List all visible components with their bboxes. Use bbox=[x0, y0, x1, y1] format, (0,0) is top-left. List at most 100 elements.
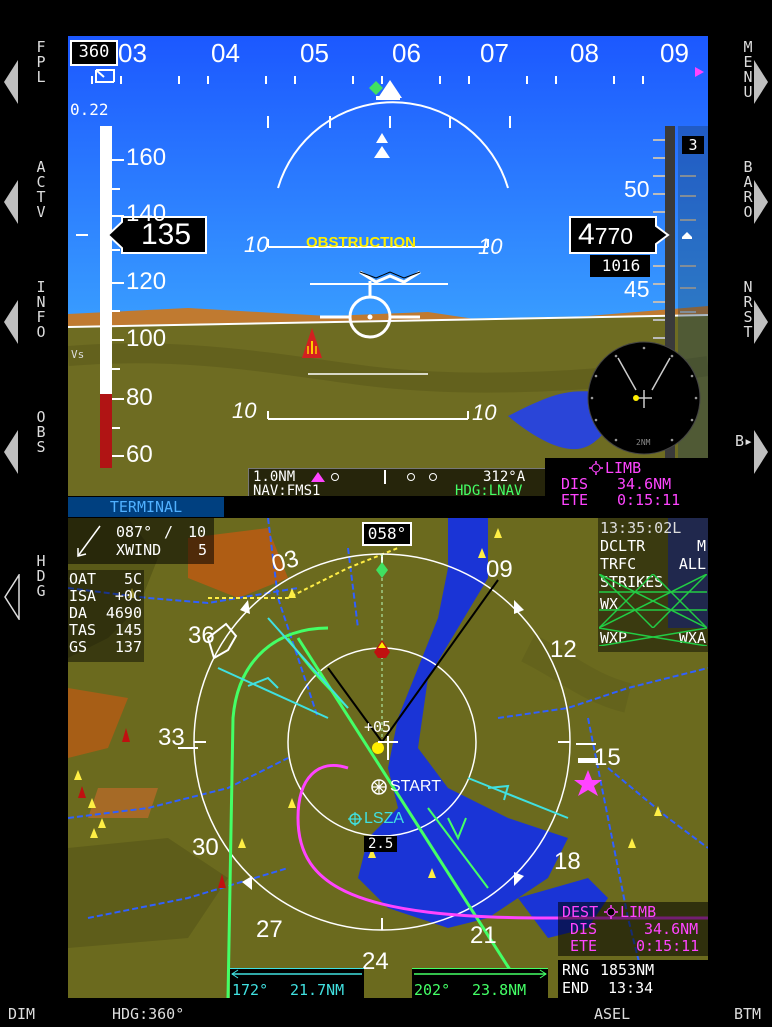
softkey-bug[interactable]: B▸ bbox=[714, 408, 772, 498]
vsi-top-label: 3 bbox=[682, 136, 704, 154]
softkey-arrow-icon bbox=[754, 60, 768, 104]
softkey-asel[interactable]: ASEL bbox=[594, 1005, 630, 1023]
dest-waypoint-icon bbox=[604, 905, 618, 919]
softkey-dim[interactable]: DIM bbox=[8, 1005, 35, 1023]
tab-terminal[interactable]: TERMINAL bbox=[68, 497, 224, 517]
softkey-arrow-icon bbox=[754, 300, 768, 344]
air-data-value: 137 bbox=[114, 638, 142, 656]
dest-dis-value: 34.6NM bbox=[644, 920, 699, 938]
softkey-actv[interactable]: ACTV bbox=[0, 158, 58, 248]
wind-slash: / bbox=[164, 523, 174, 541]
wind-panel: 087° / 10 XWIND 5 bbox=[68, 518, 214, 564]
softkey-arrow-icon bbox=[4, 430, 18, 474]
air-data-key: ISA bbox=[69, 587, 97, 605]
rng-value: 1853NM bbox=[600, 961, 655, 979]
softkey-hdg-sync[interactable]: HDG:360° bbox=[112, 1005, 184, 1023]
dis-value: 34.6NM bbox=[617, 475, 672, 493]
obstruction-alert: OBSTRUCTION bbox=[306, 234, 416, 251]
dest-ete-label: ETE bbox=[570, 937, 598, 955]
wx-disabled-icon bbox=[599, 628, 707, 646]
bearing-arrow-icon bbox=[231, 969, 362, 979]
dest-label: DEST bbox=[562, 903, 599, 921]
softkey-fpl[interactable]: FPL bbox=[0, 38, 58, 128]
softkey-label: MENU bbox=[743, 38, 753, 101]
softkey-menu[interactable]: MENU bbox=[714, 38, 772, 128]
airspeed-tick-label: 80 bbox=[126, 384, 153, 411]
nav-source: NAV:FMS1 bbox=[253, 483, 321, 496]
strikes-disabled-icon bbox=[599, 574, 707, 628]
dest-dis-label: DIS bbox=[570, 920, 598, 938]
clock-readout: 13:35:02L bbox=[600, 519, 682, 537]
cdi-scale-icon bbox=[331, 470, 437, 484]
ete-value: 0:15:11 bbox=[617, 491, 681, 509]
softkey-arrow-icon bbox=[4, 60, 18, 104]
softkey-hollow-arrow-icon bbox=[4, 574, 20, 620]
end-label: END bbox=[562, 979, 590, 997]
air-data-value: 4690 bbox=[105, 604, 142, 622]
pitch-label: 10 bbox=[472, 400, 497, 425]
bearing-readout-1: 172° 21.7NM bbox=[230, 968, 364, 998]
bearing1-distance: 21.7NM bbox=[290, 981, 345, 998]
rng-label: RNG bbox=[562, 961, 590, 979]
altitude-current: 4770 bbox=[572, 217, 656, 253]
air-data-value: 145 bbox=[114, 621, 142, 639]
status-key: DCLTR bbox=[600, 537, 646, 555]
pitch-label: 10 bbox=[478, 234, 503, 259]
dest-ete-value: 0:15:11 bbox=[636, 937, 700, 955]
air-data-key: OAT bbox=[69, 570, 97, 588]
airport-icon bbox=[348, 812, 362, 826]
softkey-arrow-icon bbox=[4, 180, 18, 224]
nav-strip: 1.0NM 312°A NAV:FMS1 HDG:LNAV bbox=[248, 468, 546, 496]
air-data-key: TAS bbox=[69, 621, 97, 639]
nav-course: 312°A bbox=[483, 469, 526, 485]
xwind-label: XWIND bbox=[116, 541, 162, 559]
pitch-label: 10 bbox=[232, 398, 257, 423]
range-ring-label: 2.5 bbox=[364, 836, 398, 852]
waypoint-info-box: LIMB DIS 34.6NM ETE 0:15:11 bbox=[545, 458, 708, 516]
heading-scale: 03 04 05 06 07 08 09 bbox=[118, 38, 708, 68]
air-data-key: DA bbox=[69, 604, 88, 622]
softkey-arrow-icon bbox=[754, 430, 768, 474]
bearing2-course: 202° bbox=[414, 981, 451, 998]
inset-range-label: 2NM bbox=[636, 438, 651, 447]
softkey-arrow-icon bbox=[754, 180, 768, 224]
airspeed-tick-label: 120 bbox=[126, 268, 167, 295]
softkey-label: ACTV bbox=[36, 158, 46, 221]
altitude-tick-label: 45 bbox=[624, 276, 650, 302]
softkey-label: BARO bbox=[743, 158, 753, 221]
air-data-value: 5C bbox=[123, 570, 142, 588]
softkey-label: NRST bbox=[743, 278, 753, 341]
softkey-obs[interactable]: OBS bbox=[0, 408, 58, 498]
softkey-btm[interactable]: BTM bbox=[734, 1005, 761, 1023]
mach-readout: 0.22 bbox=[70, 100, 109, 119]
softkey-baro[interactable]: BARO bbox=[714, 158, 772, 248]
nav-range: 1.0NM bbox=[253, 469, 296, 485]
baro-setting: 1016 bbox=[601, 256, 641, 275]
primary-flight-display: 360 03 04 05 06 07 08 09 0.22 160 140 12… bbox=[68, 36, 708, 496]
bearing1-course: 172° bbox=[232, 981, 269, 998]
map-heading-box: 058° bbox=[362, 522, 412, 546]
softkey-nrst[interactable]: NRST bbox=[714, 278, 772, 368]
airspeed-tick-label: 100 bbox=[126, 325, 167, 352]
air-data-key: GS bbox=[69, 638, 88, 656]
range-end-box: RNG 1853NM END 13:34 bbox=[558, 960, 708, 998]
heading-tick-label: 08 bbox=[570, 38, 599, 68]
xwind-value: 5 bbox=[198, 541, 208, 559]
destination-box: DEST LIMB DIS 34.6NM ETE 0:15:11 bbox=[558, 902, 708, 956]
heading-tick-label: 04 bbox=[211, 38, 240, 68]
pitch-label: 10 bbox=[244, 232, 269, 257]
softkey-label: HDG bbox=[36, 552, 46, 600]
softkey-hdg[interactable]: HDG bbox=[0, 552, 58, 642]
status-value: M bbox=[696, 537, 706, 555]
heading-tick-label: 06 bbox=[392, 38, 421, 68]
heading-sync-icon bbox=[95, 69, 115, 83]
airspeed-current: 135 bbox=[140, 218, 192, 251]
heading-tick-label: 07 bbox=[480, 38, 509, 68]
softkey-info[interactable]: INFO bbox=[0, 278, 58, 368]
heading-tick-label: 03 bbox=[118, 38, 147, 68]
start-icon bbox=[371, 779, 387, 795]
softkey-label: OBS bbox=[36, 408, 46, 456]
heading-box: 360 bbox=[70, 40, 118, 66]
dest-name: LIMB bbox=[620, 903, 657, 921]
start-label: START bbox=[390, 778, 441, 795]
